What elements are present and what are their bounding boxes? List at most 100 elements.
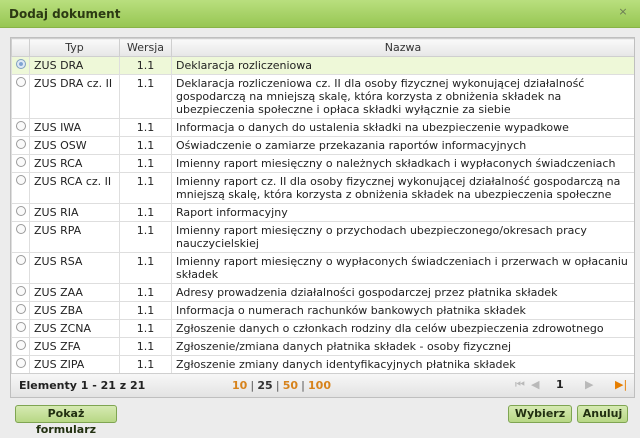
document-list-panel: Typ Wersja Nazwa ZUS DRA 1.1 Deklaracja ro… (10, 37, 635, 398)
row-radio-button[interactable] (16, 340, 26, 350)
row-version-cell: 1.1 (119, 172, 172, 204)
table-row[interactable]: ZUS ZFA 1.1 Zgłoszenie/zmiana danych płatn… (11, 337, 634, 356)
row-radio-button[interactable] (16, 175, 26, 185)
table-row[interactable]: ZUS ZIPA 1.1 Zgłoszenie zmiany danych iden… (11, 355, 634, 373)
row-type-cell: ZUS ZCNA (29, 319, 120, 338)
row-version-cell: 1.1 (119, 252, 172, 284)
row-radio-button[interactable] (16, 59, 26, 69)
row-radio-button[interactable] (16, 77, 26, 87)
grid-body: ZUS DRA 1.1 Deklaracja rozliczeniowa ZUS DR… (11, 56, 634, 373)
row-select-cell (11, 252, 30, 284)
row-select-cell (11, 355, 30, 373)
row-version-cell: 1.1 (119, 283, 172, 302)
table-row[interactable]: ZUS ZCNA 1.1 Zgłoszenie danych o członkach… (11, 319, 634, 338)
row-name-cell: Raport informacyjny (171, 203, 634, 222)
items-count: Elementy 1 - 21 z 21 (19, 379, 146, 392)
row-radio-button[interactable] (16, 304, 26, 314)
row-type-cell: ZUS ZBA (29, 301, 120, 320)
row-radio-button[interactable] (16, 157, 26, 167)
row-type-cell: ZUS RPA (29, 221, 120, 253)
table-row[interactable]: ZUS DRA 1.1 Deklaracja rozliczeniowa (11, 56, 634, 75)
row-type-cell: ZUS RSA (29, 252, 120, 284)
add-document-dialog: Dodaj dokument × Typ Wersja Nazwa ZUS DR… (0, 0, 640, 436)
table-row[interactable]: ZUS RCA 1.1 Imienny raport miesięczny o na… (11, 154, 634, 173)
row-select-cell (11, 136, 30, 155)
row-name-cell: Imienny raport miesięczny o należnych sk… (171, 154, 634, 173)
row-select-cell (11, 319, 30, 338)
row-version-cell: 1.1 (119, 221, 172, 253)
table-row[interactable]: ZUS IWA 1.1 Informacja o danych do ustalen… (11, 118, 634, 137)
row-select-cell (11, 301, 30, 320)
row-name-cell: Informacja o numerach rachunków bankowyc… (171, 301, 634, 320)
table-row[interactable]: ZUS RPA 1.1 Imienny raport miesięczny o pr… (11, 221, 634, 253)
header-version[interactable]: Wersja (119, 38, 172, 57)
row-name-cell: Deklaracja rozliczeniowa (171, 56, 634, 75)
grid-header-row: Typ Wersja Nazwa (11, 38, 634, 57)
row-select-cell (11, 172, 30, 204)
show-form-button[interactable]: Pokaż formularz (15, 405, 117, 436)
row-radio-button[interactable] (16, 139, 26, 149)
row-version-cell: 1.1 (119, 203, 172, 222)
row-version-cell: 1.1 (119, 56, 172, 75)
page-size-50[interactable]: 50 (283, 379, 298, 392)
row-version-cell: 1.1 (119, 301, 172, 320)
close-icon[interactable]: × (616, 5, 630, 19)
page-size-25[interactable]: 25 (257, 379, 272, 392)
row-name-cell: Adresy prowadzenia działalności gospodar… (171, 283, 634, 302)
row-name-cell: Zgłoszenie zmiany danych identyfikacyjny… (171, 355, 634, 373)
previous-page-icon[interactable]: ◀ (531, 378, 539, 391)
row-name-cell: Deklaracja rozliczeniowa cz. II dla osob… (171, 74, 634, 119)
row-type-cell: ZUS IWA (29, 118, 120, 137)
row-radio-button[interactable] (16, 358, 26, 368)
row-select-cell (11, 56, 30, 75)
row-radio-button[interactable] (16, 255, 26, 265)
page-size-100[interactable]: 100 (308, 379, 331, 392)
row-radio-button[interactable] (16, 322, 26, 332)
row-version-cell: 1.1 (119, 118, 172, 137)
row-type-cell: ZUS RCA (29, 154, 120, 173)
row-select-cell (11, 203, 30, 222)
row-type-cell: ZUS DRA cz. II (29, 74, 120, 119)
table-row[interactable]: ZUS RCA cz. II 1.1 Imienny raport cz. II d… (11, 172, 634, 204)
row-name-cell: Zgłoszenie danych o członkach rodziny dl… (171, 319, 634, 338)
row-version-cell: 1.1 (119, 319, 172, 338)
row-radio-button[interactable] (16, 121, 26, 131)
row-name-cell: Imienny raport miesięczny o przychodach … (171, 221, 634, 253)
row-version-cell: 1.1 (119, 154, 172, 173)
header-name[interactable]: Nazwa (171, 38, 634, 57)
row-version-cell: 1.1 (119, 74, 172, 119)
row-type-cell: ZUS ZIPA (29, 355, 120, 373)
row-name-cell: Zgłoszenie/zmiana danych płatnika składe… (171, 337, 634, 356)
row-radio-button[interactable] (16, 286, 26, 296)
table-row[interactable]: ZUS RSA 1.1 Imienny raport miesięczny o wy… (11, 252, 634, 284)
row-type-cell: ZUS RIA (29, 203, 120, 222)
header-select (11, 38, 30, 57)
current-page-number: 1 (556, 378, 564, 391)
row-type-cell: ZUS ZAA (29, 283, 120, 302)
table-row[interactable]: ZUS ZBA 1.1 Informacja o numerach rachunkó… (11, 301, 634, 320)
row-type-cell: ZUS RCA cz. II (29, 172, 120, 204)
cancel-button[interactable]: Anuluj (577, 405, 628, 423)
next-page-icon[interactable]: ▶ (585, 378, 593, 391)
row-select-cell (11, 154, 30, 173)
row-version-cell: 1.1 (119, 355, 172, 373)
first-page-icon[interactable]: ⏮ (515, 378, 525, 392)
table-row[interactable]: ZUS OSW 1.1 Oświadczenie o zamiarze przeka… (11, 136, 634, 155)
table-row[interactable]: ZUS DRA cz. II 1.1 Deklaracja rozliczeniow… (11, 74, 634, 119)
page-size-10[interactable]: 10 (232, 379, 247, 392)
row-radio-button[interactable] (16, 206, 26, 216)
row-name-cell: Informacja o danych do ustalenia składki… (171, 118, 634, 137)
choose-button[interactable]: Wybierz (508, 405, 572, 423)
row-version-cell: 1.1 (119, 337, 172, 356)
page-size-separator: | (275, 379, 280, 392)
dialog-titlebar: Dodaj dokument × (0, 0, 640, 28)
table-row[interactable]: ZUS RIA 1.1 Raport informacyjny (11, 203, 634, 222)
header-type[interactable]: Typ (29, 38, 120, 57)
row-select-cell (11, 74, 30, 119)
row-type-cell: ZUS DRA (29, 56, 120, 75)
row-name-cell: Oświadczenie o zamiarze przekazania rapo… (171, 136, 634, 155)
document-grid-scroll[interactable]: Typ Wersja Nazwa ZUS DRA 1.1 Deklaracja ro… (11, 38, 634, 373)
table-row[interactable]: ZUS ZAA 1.1 Adresy prowadzenia działalnośc… (11, 283, 634, 302)
last-page-icon[interactable]: ▶| (615, 378, 627, 391)
row-radio-button[interactable] (16, 224, 26, 234)
